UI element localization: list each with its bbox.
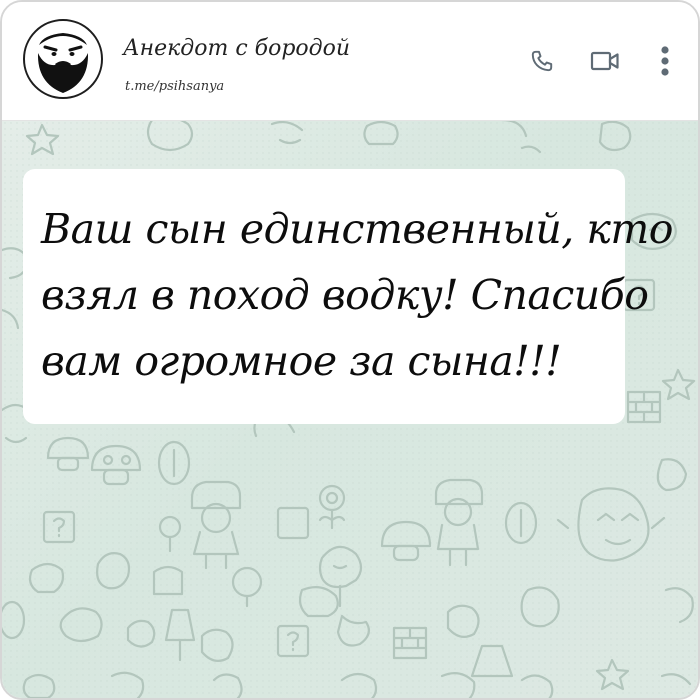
message-bubble[interactable]: Ваш сын единственный, кто взял в поход в… [23, 169, 673, 424]
avatar[interactable] [23, 19, 103, 99]
chat-area[interactable]: Ваш сын единственный, кто взял в поход в… [2, 120, 698, 698]
message-text-line-2: взял в поход водку! Спасибо [41, 271, 649, 319]
video-call-button[interactable] [590, 46, 620, 76]
call-button[interactable] [527, 46, 557, 76]
video-camera-icon [590, 51, 619, 71]
channel-title[interactable]: Анекдот с бородой [123, 36, 350, 61]
phone-icon [531, 50, 553, 72]
channel-link[interactable]: t.me/psihsanya [125, 79, 224, 94]
message-text-line-1: Ваш сын единственный, кто [41, 205, 673, 253]
chat-window: Анекдот с бородой t.me/psihsanya Ваш сын… [0, 0, 700, 700]
bearded-man-icon [37, 33, 89, 93]
more-options-button[interactable] [650, 46, 680, 76]
more-vertical-icon [661, 46, 669, 76]
chat-header: Анекдот с бородой t.me/psihsanya [2, 2, 698, 121]
message-text-line-3: вам огромное за сына!!! [41, 337, 562, 385]
